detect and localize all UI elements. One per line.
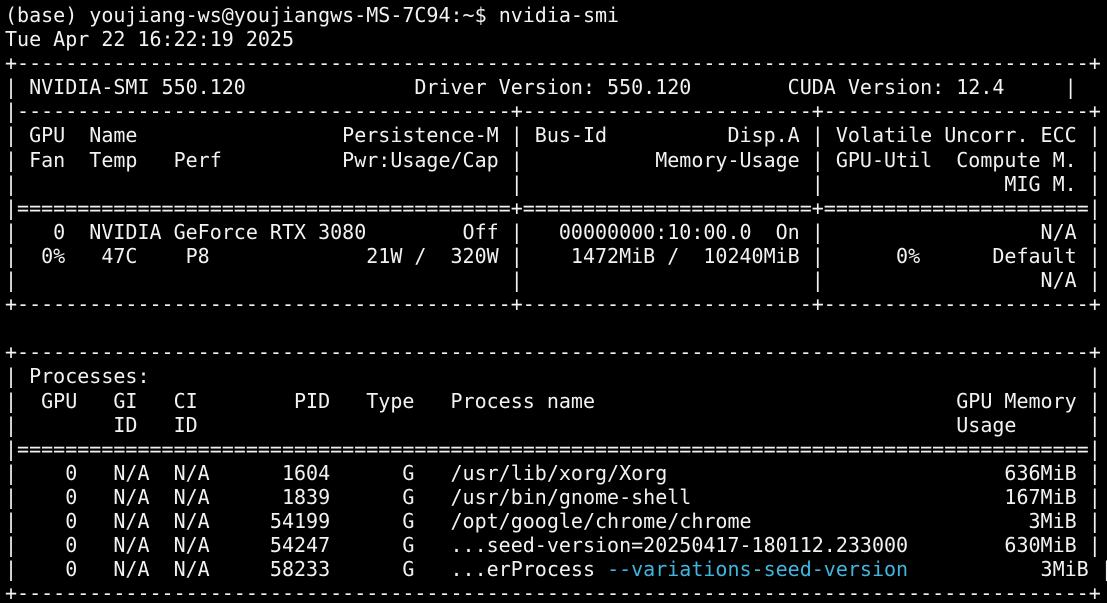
line-text: | GPU Name Persistence-M | Bus-Id Disp.A…: [5, 123, 1101, 148]
output-line: | | | MIG M. |: [5, 172, 1107, 196]
line-text: | 0% 47C P8 21W / 320W | 1472MiB / 10240…: [5, 243, 1101, 268]
output-line: | Processes: |: [5, 364, 1107, 388]
nvidia-smi-output: +---------------------------------------…: [5, 51, 1107, 603]
output-line: | ID ID Usage |: [5, 413, 1107, 437]
line-text: +---------------------------------------…: [5, 292, 1101, 317]
highlighted-arg: --variations-seed-version: [607, 557, 909, 582]
line-text: | 0 N/A N/A 58233 G ...erProcess: [5, 557, 608, 582]
output-line: | | | N/A |: [5, 268, 1107, 292]
line-text: | 0 N/A N/A 54247 G ...seed-version=2025…: [5, 533, 1101, 558]
line-text: | 0 NVIDIA GeForce RTX 3080 Off | 000000…: [5, 219, 1101, 244]
terminal-window[interactable]: (base) youjiang-ws@youjiangws-MS-7C94:~$…: [0, 0, 1107, 603]
line-text: | | | N/A |: [5, 268, 1101, 293]
line-text: +---------------------------------------…: [5, 51, 1101, 76]
output-line: | NVIDIA-SMI 550.120 Driver Version: 550…: [5, 75, 1107, 99]
line-text: | | | MIG M. |: [5, 171, 1101, 196]
line-text: | ID ID Usage |: [5, 412, 1101, 437]
line-tail: 3MiB |: [908, 557, 1107, 582]
output-line: | 0 N/A N/A 1839 G /usr/bin/gnome-shell …: [5, 485, 1107, 509]
output-line: | 0 N/A N/A 54247 G ...seed-version=2025…: [5, 533, 1107, 557]
output-line: | 0 N/A N/A 58233 G ...erProcess --varia…: [5, 557, 1107, 581]
line-text: |=======================================…: [5, 195, 1101, 220]
line-text: +---------------------------------------…: [5, 340, 1101, 365]
line-text: |=======================================…: [5, 436, 1101, 461]
output-line: +---------------------------------------…: [5, 292, 1107, 316]
output-line: +---------------------------------------…: [5, 340, 1107, 364]
output-line: +---------------------------------------…: [5, 581, 1107, 603]
output-line: | GPU Name Persistence-M | Bus-Id Disp.A…: [5, 123, 1107, 147]
line-text: |---------------------------------------…: [5, 99, 1101, 124]
line-text: | 0 N/A N/A 54199 G /opt/google/chrome/c…: [5, 508, 1101, 533]
line-text: | NVIDIA-SMI 550.120 Driver Version: 550…: [5, 75, 1077, 100]
line-text: | Processes: |: [5, 364, 1101, 389]
line-text: | 0 N/A N/A 1604 G /usr/lib/xorg/Xorg 63…: [5, 460, 1101, 485]
line-text: | GPU GI CI PID Type Process name GPU Me…: [5, 388, 1101, 413]
output-line: | 0 N/A N/A 1604 G /usr/lib/xorg/Xorg 63…: [5, 461, 1107, 485]
output-line: | Fan Temp Perf Pwr:Usage/Cap | Memory-U…: [5, 148, 1107, 172]
output-line: | 0 N/A N/A 54199 G /opt/google/chrome/c…: [5, 509, 1107, 533]
timestamp: Tue Apr 22 16:22:19 2025: [5, 27, 294, 52]
output-line: | GPU GI CI PID Type Process name GPU Me…: [5, 389, 1107, 413]
line-text: | 0 N/A N/A 1839 G /usr/bin/gnome-shell …: [5, 484, 1101, 509]
output-line: | 0 NVIDIA GeForce RTX 3080 Off | 000000…: [5, 220, 1107, 244]
shell-prompt: (base) youjiang-ws@youjiangws-MS-7C94:~$: [5, 3, 499, 27]
command-text: nvidia-smi: [498, 3, 620, 27]
line-text: +---------------------------------------…: [5, 581, 1101, 603]
command-line: (base) youjiang-ws@youjiangws-MS-7C94:~$…: [5, 3, 1107, 27]
output-line: |=======================================…: [5, 196, 1107, 220]
output-line: +---------------------------------------…: [5, 51, 1107, 75]
output-line: | 0% 47C P8 21W / 320W | 1472MiB / 10240…: [5, 244, 1107, 268]
line-text: | Fan Temp Perf Pwr:Usage/Cap | Memory-U…: [5, 147, 1101, 172]
output-line: |=======================================…: [5, 437, 1107, 461]
output-line: |---------------------------------------…: [5, 99, 1107, 123]
